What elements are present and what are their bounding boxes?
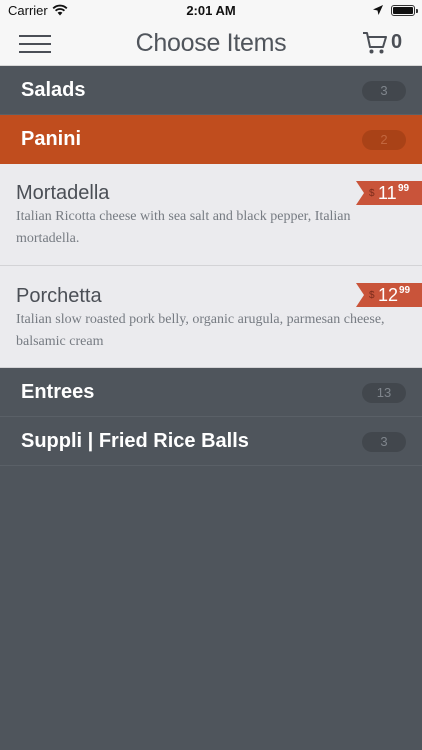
price-tag: $ 12 99 xyxy=(356,283,422,307)
category-count-badge: 3 xyxy=(362,432,406,452)
price-cents: 99 xyxy=(399,285,411,296)
category-count-badge: 2 xyxy=(362,130,406,150)
item-description: Italian Ricotta cheese with sea salt and… xyxy=(16,209,351,246)
item-name: Porchetta xyxy=(16,285,102,307)
item-name: Mortadella xyxy=(16,182,110,204)
battery-icon xyxy=(391,5,418,16)
price-cents: 99 xyxy=(398,183,410,194)
category-name: Salads xyxy=(21,79,86,101)
menu-item-porchetta[interactable]: Porchetta $ 12 99 Italian slow roasted p… xyxy=(0,266,422,368)
category-count-badge: 3 xyxy=(362,81,406,101)
category-salads[interactable]: Salads 3 xyxy=(0,66,422,115)
shopping-cart-icon xyxy=(363,32,387,54)
category-name: Entrees xyxy=(21,381,95,403)
location-arrow-icon xyxy=(373,5,383,15)
price-currency: $ xyxy=(369,188,375,199)
category-suppli-fried-rice-balls[interactable]: Suppli | Fried Rice Balls 3 xyxy=(0,417,422,466)
price-dollars: 12 xyxy=(378,285,399,305)
item-description: Italian slow roasted pork belly, organic… xyxy=(16,312,385,349)
menu-item-mortadella[interactable]: Mortadella $ 11 99 Italian Ricotta chees… xyxy=(0,164,422,266)
category-name: Panini xyxy=(21,128,82,150)
price-dollars: 11 xyxy=(378,183,397,203)
category-panini[interactable]: Panini 2 xyxy=(0,115,422,164)
category-name: Suppli | Fried Rice Balls xyxy=(21,430,249,452)
page-title: Choose Items xyxy=(135,29,287,57)
category-count-badge: 13 xyxy=(362,383,406,403)
category-entrees[interactable]: Entrees 13 xyxy=(0,368,422,417)
cart-count: 0 xyxy=(391,31,403,53)
navigation-bar: Choose Items 0 xyxy=(0,22,422,66)
status-bar: Carrier 2:01 AM xyxy=(0,0,422,22)
price-tag: $ 11 99 xyxy=(356,181,422,205)
clock: 2:01 AM xyxy=(186,3,236,18)
price-currency: $ xyxy=(369,290,375,301)
